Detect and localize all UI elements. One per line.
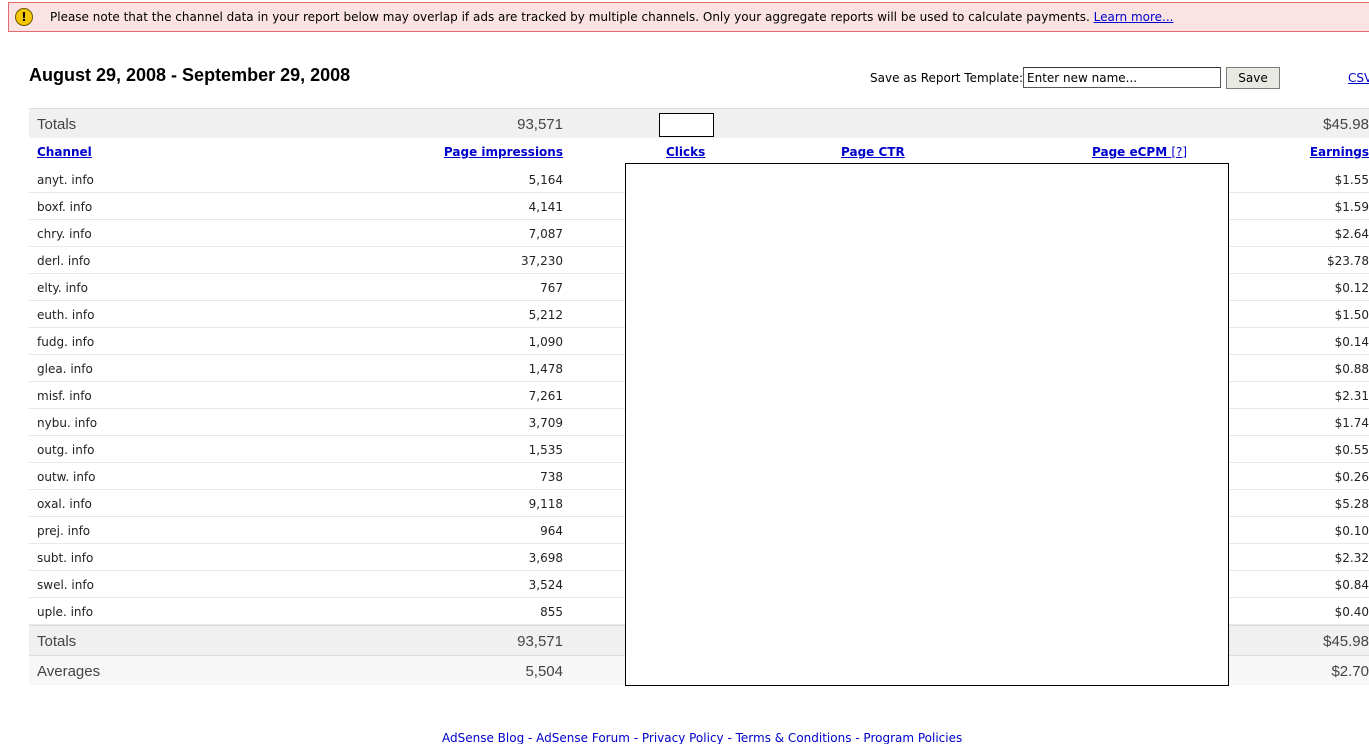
ecpm-help-link[interactable]: [?]	[1171, 145, 1187, 159]
earnings: $0.40	[1334, 605, 1369, 619]
page-impressions: 855	[540, 605, 563, 619]
page-title: August 29, 2008 - September 29, 2008	[29, 65, 351, 85]
earnings: $5.28	[1334, 497, 1369, 511]
footer-separator: -	[524, 731, 537, 744]
earnings: $0.14	[1334, 335, 1369, 349]
page-impressions: 37,230	[521, 254, 563, 268]
earnings: $1.74	[1334, 416, 1369, 430]
column-header-ctr[interactable]: Page CTR	[841, 145, 905, 159]
channel-name: subt. info	[37, 551, 94, 565]
channel-name: elty. info	[37, 281, 88, 295]
averages-earnings: $2.70	[1331, 663, 1369, 680]
column-header-clicks[interactable]: Clicks	[666, 145, 705, 159]
channel-name: euth. info	[37, 308, 95, 322]
report-page: ! Please note that the channel data in y…	[0, 0, 1369, 744]
page-impressions: 5,164	[528, 173, 563, 187]
page-impressions: 767	[540, 281, 563, 295]
page-impressions: 3,709	[528, 416, 563, 430]
channel-name: uple. info	[37, 605, 94, 619]
totals-label: Totals	[37, 116, 77, 133]
page-impressions: 1,535	[528, 443, 563, 457]
totals-earnings: $45.98	[1323, 116, 1369, 133]
earnings: $0.26	[1334, 470, 1369, 484]
page-impressions: 7,087	[528, 227, 563, 241]
earnings: $0.10	[1334, 524, 1369, 538]
footer-separator: -	[629, 731, 642, 744]
csv-link[interactable]: CSV	[1348, 71, 1369, 85]
notice-message: Please note that the channel data in you…	[50, 10, 1090, 24]
page-impressions: 7,261	[528, 389, 563, 403]
column-header-row: Channel Page impressions Clicks Page CTR…	[29, 138, 1369, 166]
column-header-earnings[interactable]: Earnings	[1310, 145, 1369, 159]
earnings: $23.78	[1327, 254, 1369, 268]
channel-name: misf. info	[37, 389, 92, 403]
channel-name: boxf. info	[37, 200, 93, 214]
earnings: $0.84	[1334, 578, 1369, 592]
template-label: Save as Report Template:	[870, 71, 1024, 85]
column-header-ecpm-label[interactable]: Page eCPM	[1092, 145, 1167, 159]
channel-name: prej. info	[37, 524, 91, 538]
footer-separator: -	[851, 731, 864, 744]
footer-separator: -	[723, 731, 736, 744]
notice-banner: ! Please note that the channel data in y…	[8, 2, 1369, 32]
channel-name: nybu. info	[37, 416, 98, 430]
earnings: $0.88	[1334, 362, 1369, 376]
channel-name: outg. info	[37, 443, 95, 457]
footer-link[interactable]: Program Policies	[863, 731, 962, 744]
learn-more-link[interactable]: Learn more...	[1094, 10, 1174, 24]
page-impressions: 1,090	[528, 335, 563, 349]
channel-name: glea. info	[37, 362, 93, 376]
column-header-channel[interactable]: Channel	[37, 145, 92, 159]
redaction-box	[659, 113, 714, 137]
save-button[interactable]: Save	[1226, 67, 1280, 89]
page-impressions: 9,118	[528, 497, 563, 511]
page-impressions: 4,141	[528, 200, 563, 214]
earnings: $1.50	[1334, 308, 1369, 322]
page-impressions: 964	[540, 524, 563, 538]
page-impressions: 3,524	[528, 578, 563, 592]
channel-name: oxal. info	[37, 497, 92, 511]
earnings: $2.32	[1334, 551, 1369, 565]
earnings: $1.55	[1334, 173, 1369, 187]
earnings: $0.55	[1334, 443, 1369, 457]
notice-text: Please note that the channel data in you…	[50, 10, 1174, 24]
footer-link[interactable]: Privacy Policy	[642, 731, 724, 744]
page-impressions: 3,698	[528, 551, 563, 565]
redaction-box	[625, 163, 1229, 686]
channel-name: outw. info	[37, 470, 96, 484]
totals-label: Totals	[37, 633, 77, 650]
earnings: $1.59	[1334, 200, 1369, 214]
footer-links: AdSense Blog - AdSense Forum - Privacy P…	[442, 731, 962, 744]
channel-name: fudg. info	[37, 335, 95, 349]
footer-link[interactable]: AdSense Blog	[442, 731, 524, 744]
earnings: $0.12	[1334, 281, 1369, 295]
channel-name: anyt. info	[37, 173, 94, 187]
page-impressions: 738	[540, 470, 563, 484]
totals-impressions: 93,571	[517, 116, 563, 133]
channel-name: swel. info	[37, 578, 94, 592]
channel-name: chry. info	[37, 227, 92, 241]
totals-earnings: $45.98	[1323, 633, 1369, 650]
totals-impressions: 93,571	[517, 633, 563, 650]
page-impressions: 5,212	[528, 308, 563, 322]
page-impressions: 1,478	[528, 362, 563, 376]
averages-impressions: 5,504	[525, 663, 563, 680]
earnings: $2.64	[1334, 227, 1369, 241]
channel-name: derl. info	[37, 254, 91, 268]
template-name-input[interactable]	[1023, 67, 1221, 88]
column-header-ecpm: Page eCPM [?]	[1092, 145, 1187, 159]
footer-link[interactable]: Terms & Conditions	[736, 731, 852, 744]
earnings: $2.31	[1334, 389, 1369, 403]
column-header-impressions[interactable]: Page impressions	[444, 145, 563, 159]
footer-link[interactable]: AdSense Forum	[536, 731, 630, 744]
averages-label: Averages	[37, 663, 101, 680]
warning-icon: !	[15, 8, 33, 26]
